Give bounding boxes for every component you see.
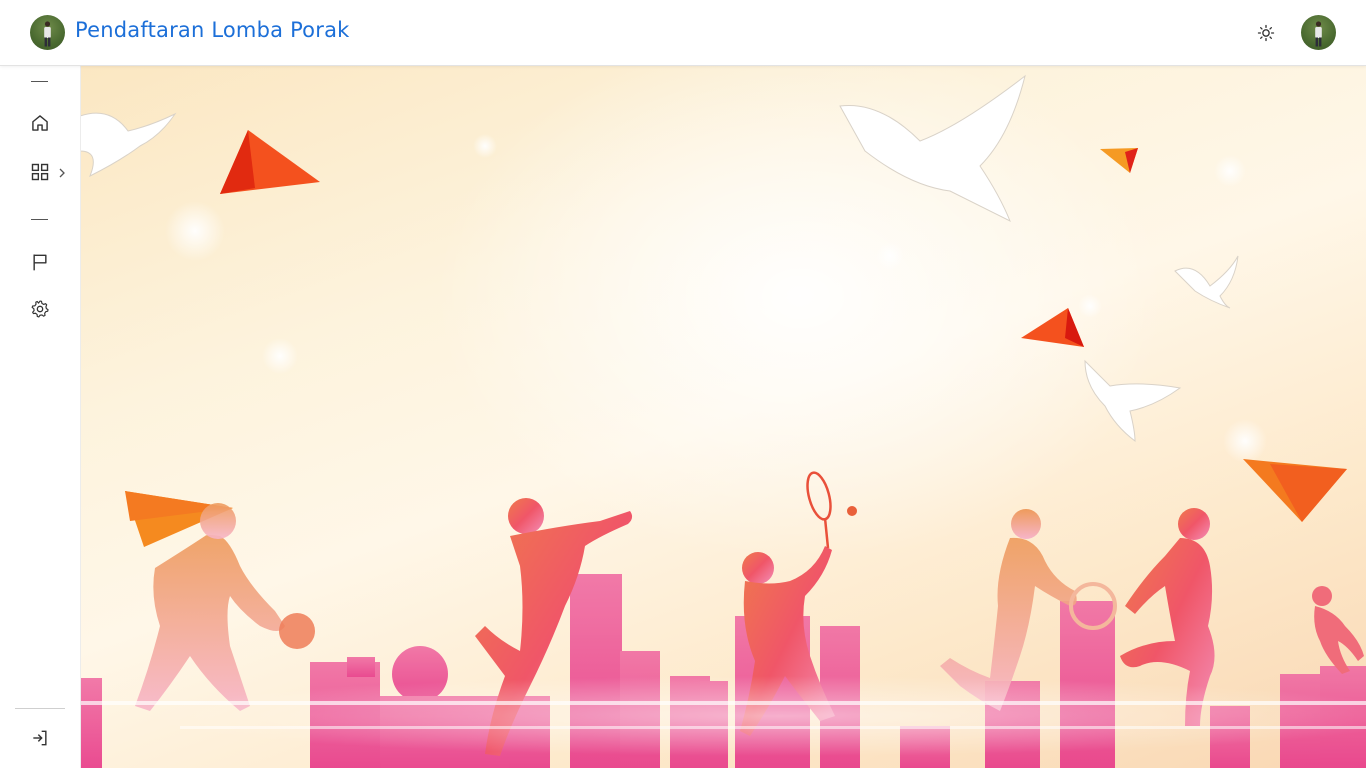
flag-icon xyxy=(33,254,47,271)
hero-banner xyxy=(80,66,1366,768)
sidebar-divider xyxy=(31,219,48,220)
brand-logo[interactable] xyxy=(30,15,65,50)
sun-icon xyxy=(1257,24,1275,42)
app-title[interactable]: Pendaftaran Lomba Porak xyxy=(75,18,350,42)
theme-toggle-button[interactable] xyxy=(1255,22,1277,44)
user-avatar[interactable] xyxy=(1301,15,1336,50)
sidebar-footer-divider xyxy=(15,708,65,709)
sidebar xyxy=(0,66,81,768)
sidebar-item-settings[interactable] xyxy=(28,297,52,321)
grid-icon xyxy=(31,163,49,181)
sidebar-item-home[interactable] xyxy=(28,111,52,135)
sidebar-divider xyxy=(31,81,48,82)
avatar-person-figure xyxy=(1315,21,1322,47)
sidebar-item-menu[interactable] xyxy=(28,160,52,184)
bokeh-lights xyxy=(165,134,1267,463)
orange-kites xyxy=(125,130,1347,547)
login-button[interactable] xyxy=(28,726,52,750)
sidebar-item-flag[interactable] xyxy=(28,250,52,274)
sports-silhouettes-banner xyxy=(80,74,1366,768)
gear-icon xyxy=(31,300,49,318)
top-bar: Pendaftaran Lomba Porak xyxy=(0,0,1366,66)
person-figure xyxy=(44,21,51,47)
doves xyxy=(80,74,1239,443)
login-icon xyxy=(33,730,47,746)
light-streaks xyxy=(80,676,1366,756)
home-icon xyxy=(32,115,48,131)
chevron-right-icon[interactable] xyxy=(57,167,67,179)
